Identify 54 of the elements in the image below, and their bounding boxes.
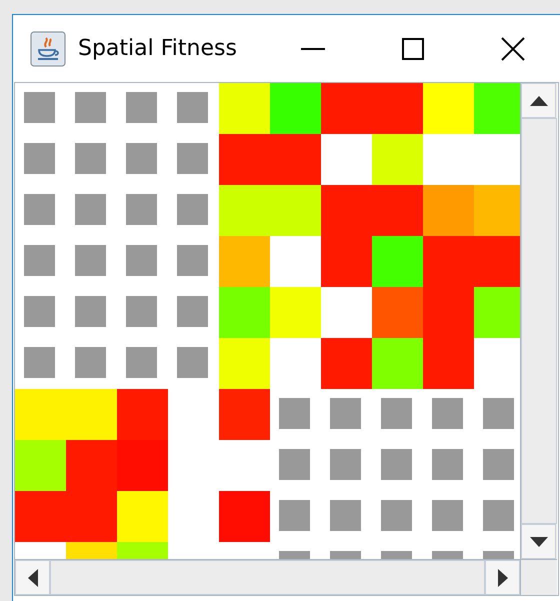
empty-site-marker <box>177 143 208 174</box>
scroll-up-button[interactable] <box>521 83 556 118</box>
empty-site-marker <box>177 92 208 123</box>
empty-site-marker <box>75 296 106 327</box>
empty-site-marker <box>177 347 208 378</box>
empty-site-marker <box>126 92 157 123</box>
empty-site-marker <box>279 449 310 480</box>
empty-site-marker <box>24 143 55 174</box>
scroll-thumb[interactable] <box>521 118 557 524</box>
empty-site-marker <box>75 143 106 174</box>
empty-site-marker <box>177 194 208 225</box>
empty-site-marker <box>279 398 310 429</box>
empty-site-marker <box>126 347 157 378</box>
maximize-icon <box>400 36 426 62</box>
empty-site-marker <box>330 398 361 429</box>
window-title: Spatial Fitness <box>78 35 237 63</box>
left-arrow-icon <box>28 568 38 586</box>
empty-site-marker <box>483 449 514 480</box>
empty-site-marker <box>24 92 55 123</box>
minimize-icon <box>301 48 325 50</box>
empty-site-marker <box>381 449 412 480</box>
empty-site-marker <box>126 245 157 276</box>
empty-site-marker <box>432 449 463 480</box>
right-arrow-icon <box>498 568 508 586</box>
empty-site-marker <box>126 194 157 225</box>
empty-site-marker <box>381 500 412 531</box>
close-icon <box>500 36 526 62</box>
empty-site-marker <box>330 500 361 531</box>
empty-site-marker <box>24 245 55 276</box>
empty-site-marker <box>75 92 106 123</box>
down-arrow-icon <box>530 536 548 546</box>
empty-site-marker <box>483 398 514 429</box>
empty-site-marker <box>177 296 208 327</box>
empty-site-marker <box>126 296 157 327</box>
app-icon <box>30 30 66 66</box>
empty-site-marker <box>126 143 157 174</box>
scroll-thumb[interactable] <box>50 560 485 595</box>
empty-site-marker <box>432 398 463 429</box>
empty-site-marker <box>279 500 310 531</box>
scroll-down-button[interactable] <box>521 524 556 559</box>
empty-site-marker <box>177 245 208 276</box>
empty-site-marker <box>24 296 55 327</box>
empty-site-marker <box>432 500 463 531</box>
empty-site-marker <box>75 245 106 276</box>
empty-site-marker <box>24 194 55 225</box>
empty-site-marker <box>381 398 412 429</box>
empty-site-marker <box>75 347 106 378</box>
up-arrow-icon <box>530 96 548 106</box>
scroll-right-button[interactable] <box>485 560 520 595</box>
empty-site-marker <box>75 194 106 225</box>
empty-site-marker <box>330 449 361 480</box>
empty-site-marker <box>483 500 514 531</box>
empty-site-marker <box>24 347 55 378</box>
scroll-left-button[interactable] <box>15 560 50 595</box>
